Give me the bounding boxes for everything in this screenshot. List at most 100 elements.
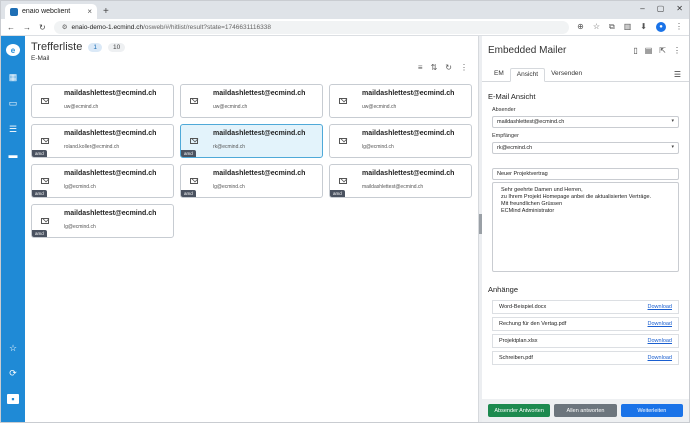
- browser-tab-title: enaio webclient: [22, 8, 71, 15]
- result-card[interactable]: maildashlettest@ecmind.ch rk@ecmind.ch amd: [180, 124, 323, 158]
- more-options-icon[interactable]: ⋮: [460, 63, 468, 72]
- open-external-icon[interactable]: ⇱: [659, 46, 666, 55]
- address-bar[interactable]: ⚙ enaio-demo-1.ecmind.ch/osweb/#/hitlist…: [53, 20, 570, 34]
- url-path: /osweb/#/hitlist/result?state=1746631116…: [143, 23, 271, 31]
- card-to: lg@ecmind.ch: [213, 184, 245, 190]
- sidebar-monitor-icon[interactable]: ▭: [7, 98, 19, 108]
- card-to: uw@ecmind.ch: [213, 104, 248, 110]
- recipient-select[interactable]: rk@ecmind.ch ▾: [492, 142, 679, 154]
- sidebar-icon[interactable]: ▥: [624, 22, 632, 32]
- new-tab-icon[interactable]: +: [103, 6, 109, 17]
- download-link[interactable]: Download: [648, 304, 672, 310]
- card-to: rk@ecmind.ch: [213, 144, 246, 150]
- zoom-icon[interactable]: ⊕: [577, 22, 584, 32]
- attachment-name: Schreiben.pdf: [499, 355, 533, 361]
- hitlist-count-total: 10: [107, 42, 126, 52]
- body-line: Sehr geehrte Damen und Herren,: [501, 187, 583, 193]
- card-tag: amd: [32, 190, 47, 197]
- envelope-icon: [339, 98, 347, 104]
- card-from: maildashlettest@ecmind.ch: [213, 90, 306, 97]
- forward-icon[interactable]: →: [23, 23, 31, 32]
- card-to: roland.koller@ecmind.ch: [64, 144, 120, 150]
- app-logo-icon[interactable]: e: [6, 44, 20, 56]
- bookmark-star-icon[interactable]: ☆: [593, 22, 600, 32]
- sidebar-inbox-icon[interactable]: ▬: [7, 150, 19, 160]
- window-controls: – ▢ ✕: [640, 4, 683, 13]
- back-icon[interactable]: ←: [7, 23, 15, 32]
- card-from: maildashlettest@ecmind.ch: [64, 210, 157, 217]
- result-card[interactable]: maildashlettest@ecmind.ch lg@ecmind.ch amd: [31, 204, 174, 238]
- site-info-icon[interactable]: ⚙: [62, 23, 68, 31]
- attachment-row: Schreiben.pdf Download: [492, 351, 679, 365]
- mail-body[interactable]: Sehr geehrte Damen und Herren, zu Ihrem …: [492, 182, 679, 272]
- download-link[interactable]: Download: [648, 338, 672, 344]
- download-link[interactable]: Download: [648, 321, 672, 327]
- envelope-icon: [41, 98, 49, 104]
- result-card[interactable]: maildashlettest@ecmind.ch uw@ecmind.ch: [180, 84, 323, 118]
- close-tab-icon[interactable]: ×: [87, 7, 92, 16]
- mailer-header-icons: ▯ ▤ ⇱ ⋮: [633, 46, 681, 55]
- hamburger-menu-icon[interactable]: ☰: [674, 70, 681, 79]
- card-from: maildashlettest@ecmind.ch: [362, 90, 455, 97]
- envelope-icon: [339, 138, 347, 144]
- result-card[interactable]: maildashlettest@ecmind.ch uw@ecmind.ch: [329, 84, 472, 118]
- envelope-icon: [41, 178, 49, 184]
- sidebar-history-icon[interactable]: ⟳: [7, 368, 19, 378]
- url-host: enaio-demo-1.ecmind.ch: [71, 23, 144, 31]
- mailer-actions: Absender Antworten Allen antworten Weite…: [482, 399, 689, 422]
- browser-toolbar: ← → ↻ ⚙ enaio-demo-1.ecmind.ch/osweb/#/h…: [1, 19, 689, 36]
- app: e ▦ ▭ ☰ ▬ ☆ ⟳ ▪ Trefferliste 1 10 E-Mail…: [1, 36, 689, 422]
- reload-icon[interactable]: ↻: [39, 23, 46, 32]
- downloads-icon[interactable]: ⬇: [640, 22, 647, 32]
- browser-menu-icon[interactable]: ⋮: [675, 22, 683, 32]
- browser-tabstrip: enaio webclient × + – ▢ ✕: [1, 1, 689, 19]
- extensions-icon[interactable]: ⧉: [609, 22, 615, 32]
- hitlist-header: Trefferliste 1 10: [31, 41, 126, 53]
- result-card[interactable]: maildashlettest@ecmind.ch lg@ecmind.ch: [329, 124, 472, 158]
- attachment-name: Word-Beispiel.docx: [499, 304, 547, 310]
- hitlist-cards: maildashlettest@ecmind.ch uw@ecmind.ch mai…: [31, 84, 472, 238]
- card-tag: amd: [32, 230, 47, 237]
- body-line: zu Ihrem Projekt Homepage anbei die aktu…: [501, 194, 652, 200]
- body-line: Mit freundlichen Grüssen: [501, 201, 563, 207]
- sidebar-user-icon[interactable]: ▪: [7, 394, 19, 404]
- reply-sender-button[interactable]: Absender Antworten: [488, 404, 551, 417]
- result-card[interactable]: maildashlettest@ecmind.ch lg@ecmind.ch amd: [31, 164, 174, 198]
- tab-ansicht[interactable]: Ansicht: [509, 68, 546, 82]
- sidebar-list-icon[interactable]: ☰: [7, 124, 19, 134]
- envelope-icon: [190, 138, 198, 144]
- sidebar-objects-icon[interactable]: ▦: [7, 72, 19, 82]
- tab-em[interactable]: EM: [488, 68, 510, 81]
- result-card[interactable]: maildashlettest@ecmind.ch lg@ecmind.ch amd: [180, 164, 323, 198]
- profile-avatar[interactable]: ●: [656, 22, 666, 32]
- attachment-name: Projektplan.xlsx: [499, 338, 538, 344]
- result-card[interactable]: maildashlettest@ecmind.ch roland.koller@e…: [31, 124, 174, 158]
- download-link[interactable]: Download: [648, 355, 672, 361]
- sort-icon[interactable]: ⇅: [431, 63, 438, 72]
- browser-tab[interactable]: enaio webclient ×: [5, 4, 97, 19]
- tab-versenden[interactable]: Versenden: [545, 68, 588, 81]
- document-icon[interactable]: ▯: [633, 46, 637, 55]
- toolbar-icons: ⊕ ☆ ⧉ ▥ ⬇ ● ⋮: [577, 22, 683, 32]
- close-window-icon[interactable]: ✕: [676, 4, 683, 13]
- grid-icon[interactable]: ▤: [645, 46, 653, 55]
- filter-icon[interactable]: ≡: [418, 63, 423, 72]
- maximize-icon[interactable]: ▢: [657, 4, 665, 13]
- result-card[interactable]: maildashlettest@ecmind.ch maildashlettest…: [329, 164, 472, 198]
- hitlist-subtitle: E-Mail: [31, 55, 50, 62]
- reply-all-button[interactable]: Allen antworten: [554, 404, 617, 417]
- result-card[interactable]: maildashlettest@ecmind.ch uw@ecmind.ch: [31, 84, 174, 118]
- envelope-icon: [41, 218, 49, 224]
- sidebar-favorites-icon[interactable]: ☆: [7, 343, 19, 353]
- minimize-icon[interactable]: –: [640, 4, 644, 13]
- subject-field[interactable]: Neuer Projektvertrag: [492, 168, 679, 180]
- subject-value: Neuer Projektvertrag: [497, 171, 548, 177]
- card-to: lg@ecmind.ch: [64, 224, 96, 230]
- refresh-icon[interactable]: ↻: [445, 63, 452, 72]
- sender-select[interactable]: maildashlettest@ecmind.ch ▾: [492, 116, 679, 128]
- forward-button[interactable]: Weiterleiten: [620, 404, 683, 417]
- card-tag: amd: [330, 190, 345, 197]
- card-tag: amd: [181, 190, 196, 197]
- card-from: maildashlettest@ecmind.ch: [362, 130, 455, 137]
- more-options-icon[interactable]: ⋮: [673, 46, 681, 55]
